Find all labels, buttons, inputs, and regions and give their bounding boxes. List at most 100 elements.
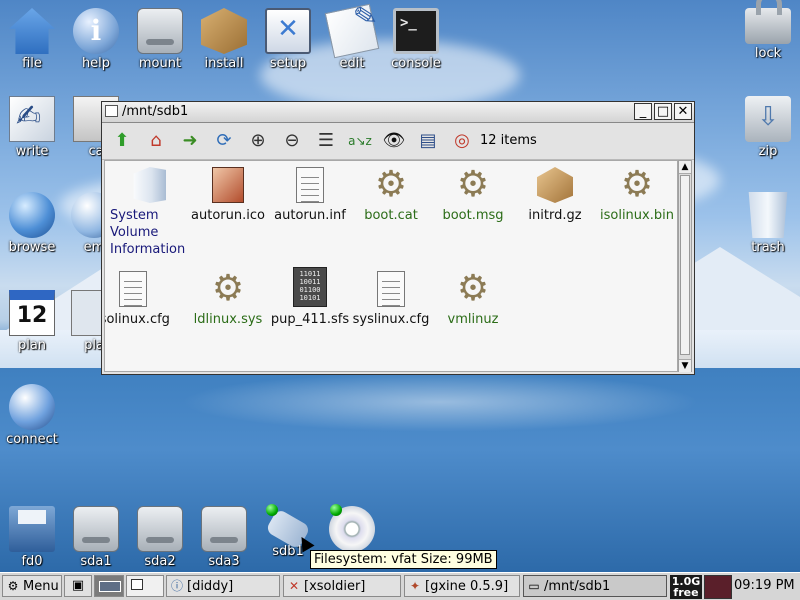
vertical-scrollbar[interactable]: ▲ ▼ bbox=[678, 160, 692, 372]
zoom-in-icon[interactable]: ⊕ bbox=[246, 130, 270, 152]
window-title: /mnt/sdb1 bbox=[122, 104, 189, 119]
task-diddy[interactable]: ⓘ [diddy] bbox=[166, 575, 280, 597]
file-name: autorun.inf bbox=[274, 208, 346, 223]
desktop-icon-sda3[interactable]: sda3 bbox=[188, 506, 260, 569]
desktop-icon-setup[interactable]: setup bbox=[252, 8, 324, 71]
network-globe-icon bbox=[9, 384, 55, 430]
desktop-icon-fd0[interactable]: fd0 bbox=[0, 506, 68, 569]
scroll-up-arrow-icon[interactable]: ▲ bbox=[679, 161, 691, 174]
window-icon bbox=[105, 105, 118, 117]
refresh-icon[interactable]: ⟳ bbox=[212, 130, 236, 152]
file-item[interactable]: ⚙ boot.cat bbox=[349, 161, 433, 224]
word-processor-icon bbox=[9, 96, 55, 142]
desktop-icon-help[interactable]: i help bbox=[60, 8, 132, 71]
desktop-icon-mount[interactable]: mount bbox=[124, 8, 196, 71]
hard-drive-icon bbox=[137, 8, 183, 54]
package-icon bbox=[537, 167, 573, 203]
archive-icon bbox=[745, 96, 791, 142]
mounted-indicator-icon bbox=[266, 504, 278, 516]
file-name: isolinux.cfg bbox=[105, 312, 170, 327]
desktop-icon-sda2[interactable]: sda2 bbox=[124, 506, 196, 569]
file-name: pup_411.sfs bbox=[270, 312, 350, 327]
desktop-icon-edit[interactable]: edit bbox=[316, 3, 388, 71]
drive-icon bbox=[201, 506, 247, 552]
file-list: System Volume Information autorun.ico au… bbox=[104, 160, 678, 372]
task-mnt-sdb1[interactable]: ▭/mnt/sdb1 bbox=[523, 575, 667, 597]
text-file-icon bbox=[377, 271, 405, 307]
desktop-icon-lock[interactable]: lock bbox=[732, 0, 800, 61]
scroll-thumb[interactable] bbox=[680, 175, 690, 355]
taskbar: ⚙ Menu ▣ ⓘ [diddy] ✕ [xsoldier] ✦ [gxine 0.5… bbox=[0, 572, 800, 600]
go-up-icon[interactable]: ⬆ bbox=[110, 130, 134, 152]
floppy-disk-icon bbox=[9, 506, 55, 552]
desktop-icon: ▣ bbox=[71, 578, 85, 593]
drive-tooltip: Filesystem: vfat Size: 99MB bbox=[310, 550, 497, 569]
gear-icon: ⚙ bbox=[211, 268, 245, 309]
task-gxine[interactable]: ✦ [gxine 0.5.9] bbox=[404, 575, 520, 597]
close-button[interactable]: ✕ bbox=[674, 103, 692, 120]
desktop-icon-connect[interactable]: connect bbox=[0, 384, 68, 447]
file-item[interactable]: ⚙ vmlinuz bbox=[431, 265, 515, 328]
folder-icon bbox=[133, 167, 166, 203]
file-item[interactable]: 11011 10011 01100 10101 pup_411.sfs bbox=[268, 265, 352, 328]
desktop-icon-install[interactable]: install bbox=[188, 8, 260, 71]
show-desktop-button[interactable]: ▣ bbox=[64, 575, 92, 597]
clock[interactable]: 09:19 PM bbox=[734, 578, 795, 593]
xsoldier-icon: ✕ bbox=[288, 579, 300, 593]
task-xsoldier[interactable]: ✕ [xsoldier] bbox=[283, 575, 401, 597]
calendar-icon: 12 bbox=[9, 290, 55, 336]
start-menu-button[interactable]: ⚙ Menu bbox=[2, 575, 62, 597]
details-view-icon[interactable]: ☰ bbox=[314, 130, 338, 152]
file-item[interactable]: syslinux.cfg bbox=[349, 265, 433, 328]
sort-icon[interactable]: a↘z bbox=[348, 130, 372, 152]
tools-screen-icon bbox=[265, 8, 311, 54]
desktop-icon-write[interactable]: write bbox=[0, 96, 68, 159]
desktop-icon-sda1[interactable]: sda1 bbox=[60, 506, 132, 569]
file-name: boot.msg bbox=[442, 208, 504, 223]
desktop-icon-cdrom[interactable] bbox=[316, 504, 388, 554]
padlock-icon bbox=[745, 0, 791, 44]
home-icon[interactable]: ⌂ bbox=[144, 130, 168, 152]
workspace-2[interactable] bbox=[126, 575, 164, 597]
window-icon: ▭ bbox=[528, 579, 540, 593]
zoom-out-icon[interactable]: ⊖ bbox=[280, 130, 304, 152]
help-lifebuoy-icon[interactable]: ◎ bbox=[450, 130, 474, 152]
gxine-icon: ✦ bbox=[409, 579, 421, 593]
desktop-icon-zip[interactable]: zip bbox=[732, 96, 800, 159]
drive-icon bbox=[73, 506, 119, 552]
drive-icon bbox=[137, 506, 183, 552]
mounted-indicator-icon bbox=[330, 504, 342, 516]
file-name: System Volume Information bbox=[110, 208, 186, 257]
trash-bin-icon bbox=[748, 192, 788, 238]
binary-file-icon: 11011 10011 01100 10101 bbox=[293, 267, 327, 307]
workspace-1[interactable] bbox=[94, 575, 124, 597]
file-item[interactable]: isolinux.cfg bbox=[105, 265, 175, 328]
desktop-icon-file[interactable]: file bbox=[0, 8, 68, 71]
window-titlebar[interactable]: /mnt/sdb1 _ □ ✕ bbox=[102, 102, 694, 123]
file-item[interactable]: initrd.gz bbox=[513, 161, 597, 224]
text-file-icon bbox=[119, 271, 147, 307]
terminal-icon: >_ bbox=[393, 8, 439, 54]
file-item[interactable]: ⚙ isolinux.bin bbox=[595, 161, 677, 224]
file-item[interactable]: autorun.ico bbox=[186, 161, 270, 224]
file-item[interactable]: ⚙ boot.msg bbox=[431, 161, 515, 224]
gear-icon: ⚙ bbox=[374, 164, 408, 205]
maximize-button[interactable]: □ bbox=[654, 103, 672, 120]
scroll-down-arrow-icon[interactable]: ▼ bbox=[679, 359, 691, 372]
show-hidden-icon[interactable]: 👁 bbox=[382, 130, 406, 152]
desktop-icon-console[interactable]: >_ console bbox=[380, 8, 452, 71]
minimize-button[interactable]: _ bbox=[634, 103, 652, 120]
file-name: isolinux.bin bbox=[600, 208, 674, 223]
file-name: autorun.ico bbox=[191, 208, 265, 223]
go-to-directory-icon[interactable]: ➜ bbox=[178, 130, 202, 152]
file-item[interactable]: System Volume Information bbox=[106, 161, 190, 258]
home-folder-icon bbox=[9, 8, 55, 54]
list-view-icon[interactable]: ▤ bbox=[416, 130, 440, 152]
cpu-monitor bbox=[704, 575, 732, 599]
file-name: syslinux.cfg bbox=[352, 312, 430, 327]
file-item[interactable]: ⚙ ldlinux.sys bbox=[186, 265, 270, 328]
file-item[interactable]: autorun.inf bbox=[268, 161, 352, 224]
desktop-icon-trash[interactable]: trash bbox=[732, 192, 800, 255]
image-icon bbox=[212, 167, 244, 203]
menu-gear-icon: ⚙ bbox=[7, 579, 19, 593]
